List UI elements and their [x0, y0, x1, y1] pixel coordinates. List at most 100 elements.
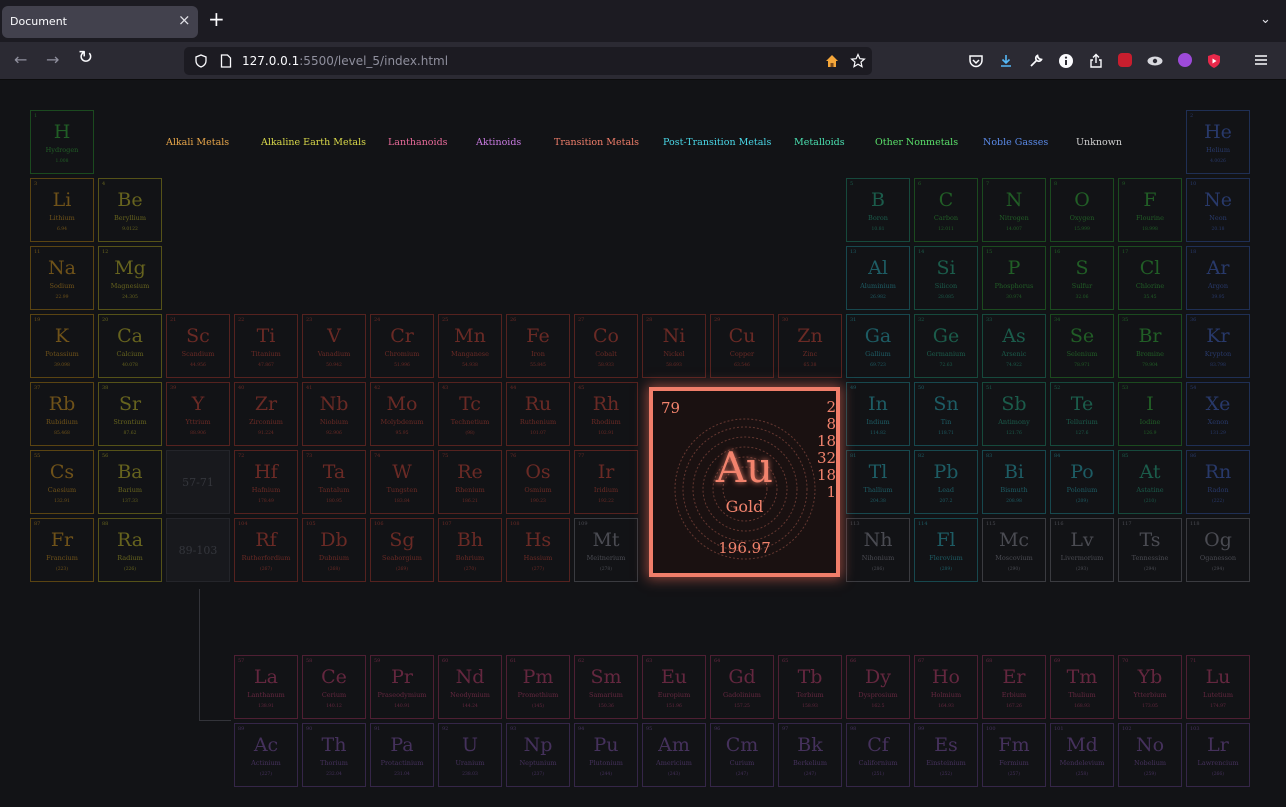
element-cell-am[interactable]: 95 Am Americium (243) — [642, 723, 706, 787]
extension-eye-icon[interactable] — [1146, 53, 1164, 69]
legend-aktinoids[interactable]: Aktinoids — [476, 137, 521, 148]
element-cell-lv[interactable]: 116 Lv Livermorium (293) — [1050, 518, 1114, 582]
element-cell-ir[interactable]: 77 Ir Iridium 192.22 — [574, 450, 638, 514]
element-cell-rb[interactable]: 37 Rb Rubidium 85.468 — [30, 382, 94, 446]
element-cell-fm[interactable]: 100 Fm Fermium (257) — [982, 723, 1046, 787]
element-cell-sr[interactable]: 38 Sr Strontium 87.62 — [98, 382, 162, 446]
legend-transition-metals[interactable]: Transition Metals — [554, 137, 639, 148]
element-cell-sn[interactable]: 50 Sn Tin 118.71 — [914, 382, 978, 446]
reload-icon[interactable]: ↻ — [78, 49, 93, 67]
element-cell-u[interactable]: 92 U Uranium 238.03 — [438, 723, 502, 787]
element-cell-es[interactable]: 99 Es Einsteinium (252) — [914, 723, 978, 787]
legend-lanthanoids[interactable]: Lanthanoids — [388, 137, 448, 148]
extension-shield-icon[interactable] — [1206, 53, 1222, 69]
element-cell-dy[interactable]: 66 Dy Dysprosium 162.5 — [846, 655, 910, 719]
element-cell-pu[interactable]: 94 Pu Plutonium (244) — [574, 723, 638, 787]
extension-puzzle-icon[interactable] — [1178, 53, 1192, 67]
element-cell-er[interactable]: 68 Er Erbium 167.26 — [982, 655, 1046, 719]
element-cell-ta[interactable]: 73 Ta Tantalum 180.95 — [302, 450, 366, 514]
element-cell-np[interactable]: 93 Np Neptunium (237) — [506, 723, 570, 787]
element-cell-ac[interactable]: 89 Ac Actinium (227) — [234, 723, 298, 787]
element-cell-pa[interactable]: 91 Pa Protactinium 231.04 — [370, 723, 434, 787]
element-cell-na[interactable]: 11 Na Sodium 22.99 — [30, 246, 94, 310]
element-cell-ce[interactable]: 58 Ce Cerium 140.12 — [302, 655, 366, 719]
element-cell-zn[interactable]: 30 Zn Zinc 65.38 — [778, 314, 842, 378]
element-cell-no[interactable]: 102 No Nobelium (259) — [1118, 723, 1182, 787]
element-cell-zr[interactable]: 40 Zr Zirconium 91.224 — [234, 382, 298, 446]
element-cell-tl[interactable]: 81 Tl Thallium 204.38 — [846, 450, 910, 514]
wrench-icon[interactable] — [1028, 53, 1044, 69]
element-cell-mc[interactable]: 115 Mc Moscovium (290) — [982, 518, 1046, 582]
element-cell-po[interactable]: 84 Po Polonium (209) — [1050, 450, 1114, 514]
element-cell-as[interactable]: 33 As Arsenic 74.922 — [982, 314, 1046, 378]
element-cell-tb[interactable]: 65 Tb Terbium 158.93 — [778, 655, 842, 719]
share-icon[interactable] — [1088, 53, 1104, 69]
element-cell-te[interactable]: 52 Te Tellurium 127.6 — [1050, 382, 1114, 446]
element-cell-he[interactable]: 2 He Helium 4.0026 — [1186, 110, 1250, 174]
element-cell-s[interactable]: 16 S Sulfur 32.06 — [1050, 246, 1114, 310]
element-cell-fe[interactable]: 26 Fe Iron 55.845 — [506, 314, 570, 378]
element-cell-la[interactable]: 57 La Lanthanum 138.91 — [234, 655, 298, 719]
element-cell-tc[interactable]: 43 Tc Technetium (98) — [438, 382, 502, 446]
element-cell-sc[interactable]: 21 Sc Scandium 44.956 — [166, 314, 230, 378]
legend-noble-gasses[interactable]: Noble Gasses — [983, 137, 1048, 148]
element-cell-ar[interactable]: 18 Ar Argon 39.95 — [1186, 246, 1250, 310]
element-cell-md[interactable]: 101 Md Mendelevium (258) — [1050, 723, 1114, 787]
element-cell-th[interactable]: 90 Th Thorium 232.04 — [302, 723, 366, 787]
url-bar[interactable]: 127.0.0.1:5500/level_5/index.html — [184, 47, 872, 75]
legend-post-transition-metals[interactable]: Post-Transition Metals — [663, 137, 771, 148]
element-cell-tm[interactable]: 69 Tm Thulium 168.93 — [1050, 655, 1114, 719]
element-cell-os[interactable]: 76 Os Osmium 190.23 — [506, 450, 570, 514]
element-cell-sm[interactable]: 62 Sm Samarium 150.36 — [574, 655, 638, 719]
legend-alkaline-earth-metals[interactable]: Alkaline Earth Metals — [261, 137, 366, 148]
element-cell-y[interactable]: 39 Y Yttrium 88.906 — [166, 382, 230, 446]
element-cell-at[interactable]: 85 At Astatine (210) — [1118, 450, 1182, 514]
element-cell-rf[interactable]: 104 Rf Rutherfordium (267) — [234, 518, 298, 582]
page-icon[interactable] — [220, 54, 232, 68]
element-cell-ho[interactable]: 67 Ho Holmium 164.93 — [914, 655, 978, 719]
element-cell-pm[interactable]: 61 Pm Promethium (145) — [506, 655, 570, 719]
element-cell-co[interactable]: 27 Co Cobalt 58.933 — [574, 314, 638, 378]
element-cell-nh[interactable]: 113 Nh Nihonium (286) — [846, 518, 910, 582]
element-cell-sg[interactable]: 106 Sg Seaborgium (269) — [370, 518, 434, 582]
home-icon[interactable] — [824, 53, 840, 69]
element-cell-kr[interactable]: 36 Kr Krypton 83.798 — [1186, 314, 1250, 378]
element-cell-se[interactable]: 34 Se Selenium 78.971 — [1050, 314, 1114, 378]
ublock-icon[interactable] — [1118, 53, 1132, 67]
element-cell-rh[interactable]: 45 Rh Rhodium 102.91 — [574, 382, 638, 446]
element-cell-be[interactable]: 4 Be Beryllium 9.0122 — [98, 178, 162, 242]
element-cell-lr[interactable]: 103 Lr Lawrencium (266) — [1186, 723, 1250, 787]
element-cell-i[interactable]: 53 I Iodine 126.9 — [1118, 382, 1182, 446]
element-cell-ne[interactable]: 10 Ne Neon 20.18 — [1186, 178, 1250, 242]
element-cell-cr[interactable]: 24 Cr Chromium 51.996 — [370, 314, 434, 378]
element-cell-c[interactable]: 6 C Carbon 12.011 — [914, 178, 978, 242]
forward-icon[interactable]: → — [46, 51, 59, 69]
list-all-tabs-icon[interactable]: ⌄ — [1260, 12, 1271, 27]
app-menu-icon[interactable] — [1254, 54, 1268, 66]
back-icon[interactable]: ← — [14, 51, 27, 69]
element-cell-h[interactable]: 1 H Hydrogen 1.008 — [30, 110, 94, 174]
shield-icon[interactable] — [194, 54, 208, 68]
legend-alkali-metals[interactable]: Alkali Metals — [166, 137, 229, 148]
downloads-icon[interactable] — [998, 53, 1014, 69]
tab-document[interactable]: Document × — [2, 6, 198, 38]
element-cell-ba[interactable]: 56 Ba Barium 137.33 — [98, 450, 162, 514]
element-cell-mg[interactable]: 12 Mg Magnesium 24.305 — [98, 246, 162, 310]
element-cell-xe[interactable]: 54 Xe Xenon 131.29 — [1186, 382, 1250, 446]
element-cell-bk[interactable]: 97 Bk Berkelium (247) — [778, 723, 842, 787]
element-cell-bi[interactable]: 83 Bi Bismuth 208.98 — [982, 450, 1046, 514]
element-cell-w[interactable]: 74 W Tungsten 183.84 — [370, 450, 434, 514]
element-cell-fl[interactable]: 114 Fl Flerovium (289) — [914, 518, 978, 582]
legend-unknown[interactable]: Unknown — [1076, 137, 1122, 148]
element-cell-ga[interactable]: 31 Ga Gallium 69.723 — [846, 314, 910, 378]
element-cell-ts[interactable]: 117 Ts Tennessine (294) — [1118, 518, 1182, 582]
element-cell-lu[interactable]: 71 Lu Lutetium 174.97 — [1186, 655, 1250, 719]
element-cell-pb[interactable]: 82 Pb Lead 207.2 — [914, 450, 978, 514]
element-cell-f[interactable]: 9 F Flourine 18.998 — [1118, 178, 1182, 242]
element-cell-re[interactable]: 75 Re Rhenium 186.21 — [438, 450, 502, 514]
element-cell-ge[interactable]: 32 Ge Germanium 72.63 — [914, 314, 978, 378]
element-cell-ti[interactable]: 22 Ti Titanium 47.867 — [234, 314, 298, 378]
element-cell-n[interactable]: 7 N Nitrogen 14.007 — [982, 178, 1046, 242]
element-cell-gd[interactable]: 64 Gd Gadolinium 157.25 — [710, 655, 774, 719]
new-tab-icon[interactable]: + — [208, 9, 225, 29]
